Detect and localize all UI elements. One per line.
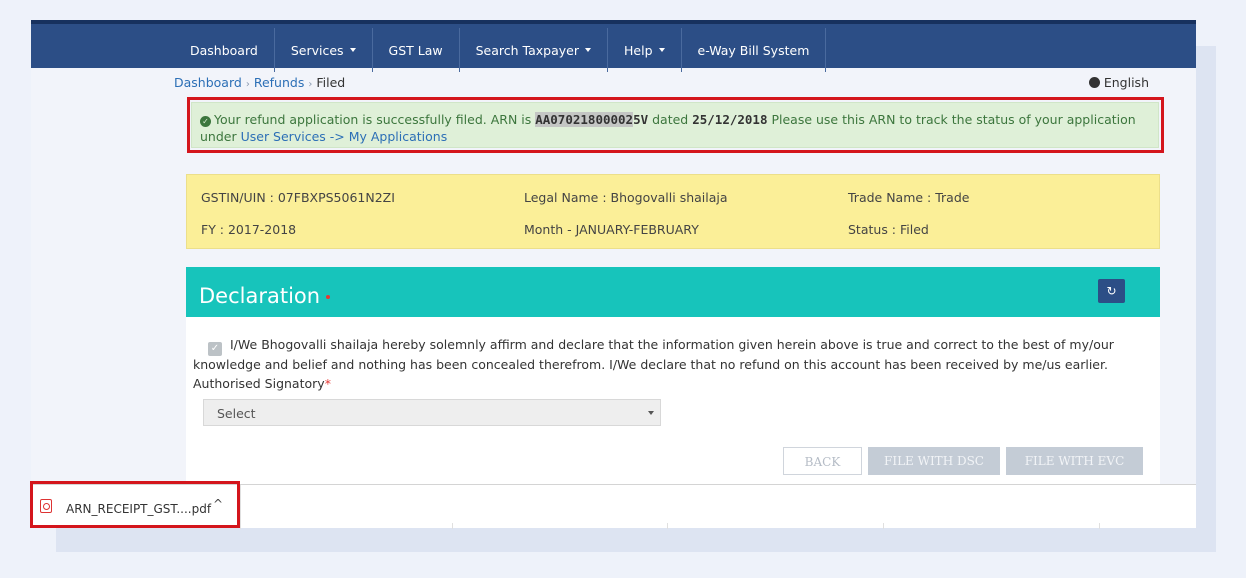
nav-services-label: Services bbox=[290, 42, 344, 58]
nav-help-label: Help bbox=[624, 42, 653, 58]
caret-down-icon bbox=[585, 48, 591, 52]
language-selector[interactable]: English bbox=[1088, 75, 1149, 90]
breadcrumb: Dashboard › Refunds › Filed English bbox=[174, 75, 1149, 90]
declaration-text: I/We Bhogovalli shailaja hereby solemnly… bbox=[193, 337, 1114, 372]
declaration-checkbox[interactable]: ✓ bbox=[208, 342, 222, 356]
caret-down-icon bbox=[658, 48, 665, 52]
gstin-value: GSTIN/UIN : 07FBXPS5061N2ZI bbox=[201, 190, 395, 205]
breadcrumb-separator: › bbox=[245, 79, 250, 90]
breadcrumb-separator: › bbox=[308, 79, 313, 90]
main-nav: Dashboard Services GST Law Search Taxpay… bbox=[175, 28, 827, 72]
caret-down-icon bbox=[349, 48, 356, 52]
nav-eway-bill-label: e-Way Bill System bbox=[697, 42, 810, 58]
divider bbox=[883, 523, 884, 529]
gst-portal-page: Dashboard Services GST Law Search Taxpay… bbox=[31, 20, 1196, 484]
trade-name-value: Trade Name : Trade bbox=[848, 190, 970, 205]
arn-highlight-frame bbox=[187, 97, 1164, 153]
authorised-signatory-select[interactable]: Select bbox=[203, 399, 661, 426]
month-value: Month - JANUARY-FEBRUARY bbox=[524, 222, 699, 237]
nav-search-taxpayer[interactable]: Search Taxpayer bbox=[460, 28, 608, 72]
file-with-evc-button[interactable]: FILE WITH EVC bbox=[1006, 447, 1143, 475]
nav-gst-law[interactable]: GST Law bbox=[373, 28, 460, 72]
caret-down-icon bbox=[648, 411, 654, 415]
nav-help[interactable]: Help bbox=[608, 28, 682, 72]
nav-search-taxpayer-label: Search Taxpayer bbox=[475, 42, 579, 58]
divider bbox=[667, 523, 668, 529]
refresh-icon: ↻ bbox=[1106, 284, 1117, 298]
fy-value: FY : 2017-2018 bbox=[201, 222, 297, 237]
file-with-dsc-button[interactable]: FILE WITH DSC bbox=[868, 447, 1000, 475]
signatory-select-value: Select bbox=[217, 406, 256, 421]
required-asterisk: * bbox=[324, 376, 331, 391]
declaration-title-text: Declaration bbox=[199, 284, 321, 308]
breadcrumb-refunds[interactable]: Refunds bbox=[254, 75, 305, 90]
signatory-label-text: Authorised Signatory bbox=[193, 376, 325, 391]
declaration-header: Declaration ↻ bbox=[186, 267, 1160, 317]
breadcrumb-dashboard[interactable]: Dashboard bbox=[174, 75, 242, 90]
breadcrumb-filed: Filed bbox=[316, 75, 346, 90]
nav-gst-law-label: GST Law bbox=[388, 42, 443, 58]
nav-dashboard[interactable]: Dashboard bbox=[175, 28, 275, 72]
legal-name-value: Legal Name : Bhogovalli shailaja bbox=[524, 190, 728, 205]
top-navbar: Dashboard Services GST Law Search Taxpay… bbox=[31, 20, 1196, 72]
language-label: English bbox=[1103, 75, 1149, 90]
nav-eway-bill[interactable]: e-Way Bill System bbox=[682, 28, 827, 72]
required-dot bbox=[326, 295, 331, 299]
divider bbox=[452, 523, 453, 529]
declaration-panel: Declaration ↻ ✓ I/We Bhogovalli shailaja … bbox=[186, 267, 1160, 484]
divider bbox=[1099, 523, 1100, 529]
authorised-signatory-label: Authorised Signatory* bbox=[193, 376, 331, 391]
status-value: Status : Filed bbox=[848, 222, 929, 237]
globe-icon bbox=[1088, 77, 1100, 88]
back-button[interactable]: BACK bbox=[783, 447, 862, 475]
declaration-title: Declaration bbox=[199, 284, 331, 308]
nav-dashboard-label: Dashboard bbox=[190, 42, 258, 58]
refresh-button[interactable]: ↻ bbox=[1098, 279, 1125, 303]
nav-services[interactable]: Services bbox=[275, 28, 373, 72]
download-highlight-frame bbox=[30, 481, 240, 528]
taxpayer-info-panel: GSTIN/UIN : 07FBXPS5061N2ZI Legal Name :… bbox=[186, 174, 1160, 249]
declaration-statement: ✓ I/We Bhogovalli shailaja hereby solemnl… bbox=[193, 336, 1143, 374]
